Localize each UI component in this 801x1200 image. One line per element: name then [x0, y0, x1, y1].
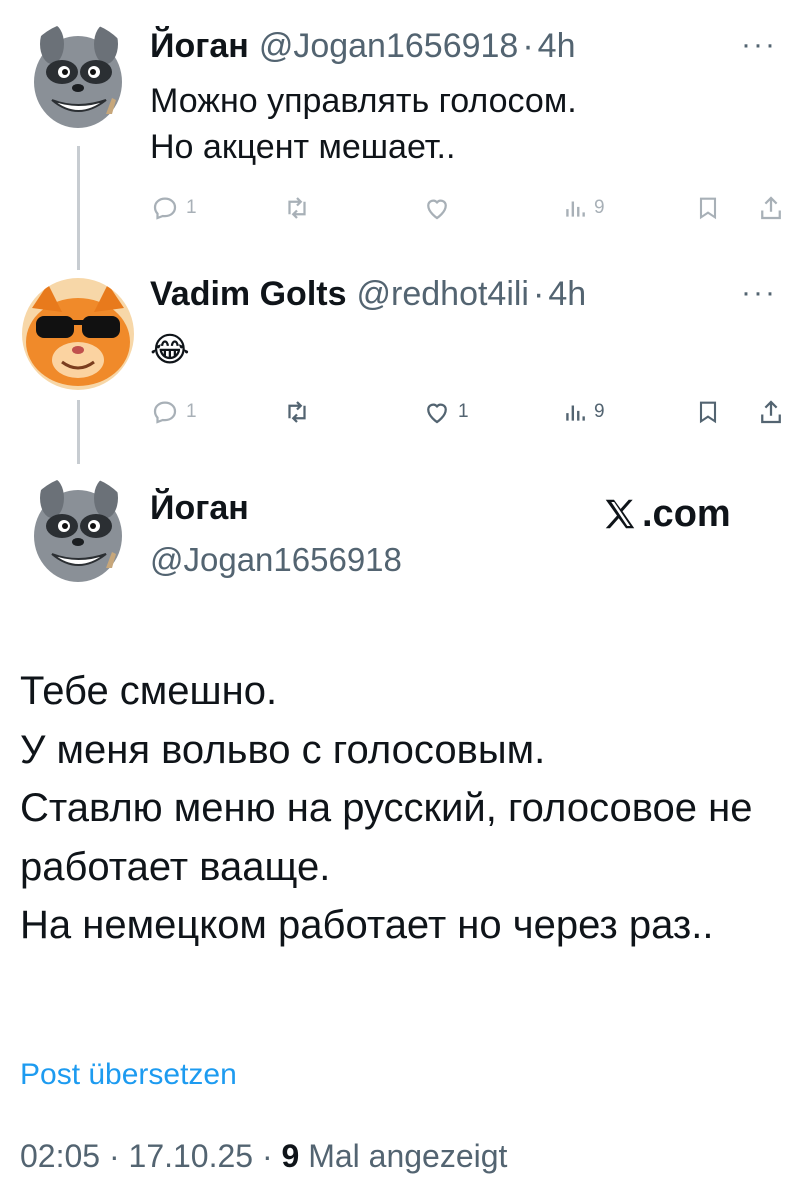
x-logo-icon [605, 499, 635, 529]
repost-icon [288, 401, 306, 423]
reply-count: 1 [186, 197, 197, 218]
reply-button[interactable]: 1 [150, 392, 197, 432]
separator-dot: · [533, 274, 545, 313]
views-icon [566, 405, 585, 421]
bookmark-icon [699, 401, 717, 424]
avatar-jogan-main[interactable] [22, 476, 134, 588]
tweet-actions: 1 1 9 [150, 392, 786, 432]
share-icon [761, 400, 781, 424]
views-count: 9 [594, 197, 605, 218]
post-time[interactable]: 4h [548, 275, 586, 314]
author-name[interactable]: Йоган [150, 488, 402, 528]
author-handle[interactable]: @Jogan1656918 [150, 540, 402, 580]
separator-dot: · [522, 26, 534, 65]
post-meta: 02:05 · 17.10.25 · 9 Mal angezeigt [20, 1138, 507, 1175]
share-button[interactable] [756, 188, 786, 228]
views-count: 9 [594, 401, 605, 422]
post-time[interactable]: 02:05 [20, 1138, 100, 1174]
main-author: Йоган @Jogan1656918 [150, 488, 402, 580]
bookmark-button[interactable] [694, 392, 722, 432]
author-handle[interactable]: @redhot4ili [357, 275, 530, 314]
brand-text: .com [642, 492, 731, 535]
separator-dot: · [108, 1138, 120, 1174]
raccoon-avatar [22, 22, 134, 134]
reply-button[interactable]: 1 [150, 188, 197, 228]
bookmark-button[interactable] [694, 188, 722, 228]
reply-count: 1 [186, 401, 197, 422]
tweet-emoji: 😂 [150, 331, 190, 369]
views-icon [566, 201, 585, 217]
avatar-jogan-1[interactable] [22, 22, 134, 134]
tweet-header: Vadim Golts @redhot4ili · 4h [150, 272, 586, 316]
views-button[interactable]: 9 [562, 392, 605, 432]
tweet-text: Можно управлять голосом. Но акцент мешае… [150, 78, 577, 170]
author-name[interactable]: Vadim Golts [150, 275, 347, 314]
main-tweet-body: Тебе смешно. У меня вольво с голосовым. … [20, 669, 753, 948]
like-button[interactable] [422, 188, 452, 228]
avatar-vadim[interactable] [22, 278, 134, 390]
like-icon [427, 199, 447, 220]
views-count: 9 [281, 1138, 300, 1174]
cat-sunglasses-avatar [22, 278, 134, 390]
reply-icon [153, 401, 177, 424]
share-icon [761, 196, 781, 220]
author-handle[interactable]: @Jogan1656918 [259, 27, 519, 66]
highlighted-line: Но акцент мешает.. [150, 124, 455, 170]
x-com-brand: .com [600, 492, 765, 536]
author-name[interactable]: Йоган [150, 27, 249, 66]
tweet-header: Йоган @Jogan1656918 · 4h [150, 24, 575, 68]
separator-dot: · [261, 1138, 273, 1174]
views-button[interactable]: 9 [562, 188, 605, 228]
post-date[interactable]: 17.10.25 [129, 1138, 254, 1174]
repost-button[interactable] [282, 188, 312, 228]
translate-post-link[interactable]: Post übersetzen [20, 1058, 237, 1092]
views-label: Mal angezeigt [308, 1138, 508, 1174]
tweet-actions: 1 9 [150, 188, 786, 228]
like-count: 1 [458, 401, 469, 422]
thread-line [77, 146, 80, 270]
share-button[interactable] [756, 392, 786, 432]
tweet-line: Можно управлять голосом. [150, 82, 577, 120]
bookmark-icon [699, 197, 717, 220]
more-options-icon[interactable]: ··· [734, 30, 784, 60]
repost-icon [288, 197, 306, 219]
thread-line [77, 400, 80, 464]
like-icon [427, 403, 447, 424]
raccoon-avatar [22, 476, 134, 588]
reply-icon [153, 197, 177, 220]
like-button[interactable]: 1 [422, 392, 469, 432]
more-options-icon[interactable]: ··· [734, 278, 784, 308]
post-time[interactable]: 4h [538, 27, 576, 66]
repost-button[interactable] [282, 392, 312, 432]
